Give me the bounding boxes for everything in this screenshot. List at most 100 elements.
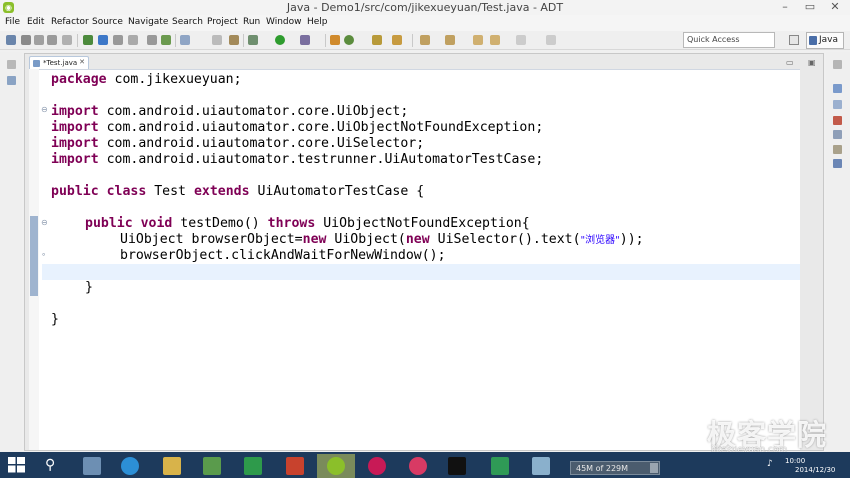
powerpoint-icon[interactable]	[286, 457, 304, 475]
trash-icon[interactable]	[650, 463, 658, 473]
package-explorer-icon[interactable]	[7, 76, 16, 85]
new-android-project-icon[interactable]	[128, 35, 138, 45]
system-tray: ♪ 10:00 2014/12/30	[767, 456, 837, 476]
restore-icon[interactable]	[833, 60, 842, 69]
menu-window[interactable]: Window	[266, 17, 302, 27]
internet-explorer-icon[interactable]	[121, 457, 139, 475]
android-app-icon[interactable]	[203, 457, 221, 475]
run-icon[interactable]	[275, 35, 285, 45]
open-type-icon[interactable]	[372, 35, 382, 45]
maximize-editor-icon[interactable]: ▣	[808, 58, 816, 67]
last-edit-location-icon[interactable]	[473, 35, 483, 45]
menu-edit[interactable]: Edit	[27, 17, 44, 27]
file-explorer-icon[interactable]	[163, 457, 181, 475]
adt-eclipse-icon	[327, 457, 345, 475]
volume-icon[interactable]: ♪	[767, 459, 773, 469]
menu-project[interactable]: Project	[207, 17, 238, 27]
javadoc-icon[interactable]	[833, 130, 842, 139]
fold-toggle-icon[interactable]: ⊖	[41, 105, 48, 114]
open-perspective-icon[interactable]	[789, 35, 799, 45]
menu-run[interactable]: Run	[243, 17, 260, 27]
pin-editor-icon[interactable]	[546, 35, 556, 45]
close-tab-icon[interactable]: ✕	[79, 58, 85, 66]
new-java-package-icon[interactable]	[330, 35, 340, 45]
code-line-import: import com.android.uiautomator.testrunne…	[51, 152, 544, 167]
quick-diff-change-bar	[30, 216, 38, 296]
menu-refactor[interactable]: Refactor	[51, 17, 89, 27]
code-line-close-brace: }	[51, 312, 59, 327]
close-button[interactable]: ✕	[824, 0, 846, 14]
menu-source[interactable]: Source	[92, 17, 123, 27]
windows-logo-icon	[8, 457, 25, 473]
new-icon[interactable]	[6, 35, 16, 45]
title-bar: ◉ Java - Demo1/src/com/jikexueyuan/Test.…	[0, 0, 850, 16]
clock-date[interactable]: 2014/12/30	[795, 466, 835, 474]
toggle-breadcrumb-icon[interactable]	[62, 35, 72, 45]
fold-toggle-icon[interactable]: ⊖	[41, 218, 48, 227]
android-sdk-manager-icon[interactable]	[83, 35, 93, 45]
java-perspective-icon	[809, 36, 817, 45]
android-avd-manager-icon[interactable]	[98, 35, 108, 45]
editor-tab-test-java[interactable]: *Test.java ✕	[29, 56, 89, 69]
outline-icon[interactable]	[833, 100, 842, 109]
toolbar-separator	[325, 34, 326, 47]
next-annotation-icon[interactable]	[420, 35, 430, 45]
change-marker-icon: ∘	[41, 250, 47, 259]
menu-help[interactable]: Help	[307, 17, 328, 27]
search-icon[interactable]	[392, 35, 402, 45]
start-button[interactable]	[8, 457, 25, 473]
code-line-import: import com.android.uiautomator.core.UiSe…	[51, 136, 425, 151]
forward-icon[interactable]	[516, 35, 526, 45]
heap-status[interactable]: 45M of 229M	[570, 461, 660, 475]
print-icon[interactable]	[47, 35, 57, 45]
menu-file[interactable]: File	[5, 17, 20, 27]
toolbar-separator	[243, 34, 244, 47]
code-line-package: package com.jikexueyuan;	[51, 72, 242, 87]
record-app-icon[interactable]	[368, 457, 386, 475]
window-icon[interactable]	[532, 457, 550, 475]
code-line-close-brace: }	[85, 280, 93, 295]
minimize-button[interactable]: –	[774, 0, 796, 14]
command-prompt-icon[interactable]	[448, 457, 466, 475]
task-view-icon[interactable]	[83, 457, 101, 475]
console-icon[interactable]	[833, 159, 842, 168]
camtasia-icon[interactable]	[244, 457, 262, 475]
mark-occurrences-icon[interactable]	[212, 35, 222, 45]
save-all-icon[interactable]	[34, 35, 44, 45]
restore-icon[interactable]	[7, 60, 16, 69]
clock-time[interactable]: 10:00	[785, 457, 805, 465]
maximize-button[interactable]: ▭	[799, 0, 821, 14]
skip-breakpoints-icon[interactable]	[229, 35, 239, 45]
toolbar-separator	[175, 34, 176, 47]
camtasia-recorder-icon[interactable]	[491, 457, 509, 475]
previous-annotation-icon[interactable]	[445, 35, 455, 45]
external-tools-icon[interactable]	[300, 35, 310, 45]
toolbar-separator	[77, 34, 78, 47]
menu-search[interactable]: Search	[172, 17, 203, 27]
record-app-icon[interactable]	[409, 457, 427, 475]
task-list-icon[interactable]	[833, 84, 842, 93]
quick-access-input[interactable]: Quick Access	[683, 32, 775, 48]
code-line-import: import com.android.uiautomator.core.UiOb…	[51, 104, 409, 119]
left-trim-stack	[0, 52, 22, 452]
save-icon[interactable]	[21, 35, 31, 45]
code-line-statement: UiObject browserObject=new UiObject(new …	[120, 232, 644, 247]
perspective-label: Java	[819, 35, 839, 45]
window-title: Java - Demo1/src/com/jikexueyuan/Test.ja…	[286, 1, 564, 14]
task-icon[interactable]	[180, 35, 190, 45]
problems-icon[interactable]	[833, 116, 842, 125]
menu-bar: File Edit Refactor Source Navigate Searc…	[0, 15, 850, 31]
declaration-icon[interactable]	[833, 145, 842, 154]
new-java-class-icon[interactable]	[344, 35, 354, 45]
code-line-statement: browserObject.clickAndWaitForNewWindow()…	[120, 248, 446, 263]
java-perspective-button[interactable]: Java	[806, 32, 844, 49]
new-xml-icon[interactable]	[147, 35, 157, 45]
code-line-class-declaration: public class Test extends UiAutomatorTes…	[51, 184, 425, 199]
lint-icon[interactable]	[113, 35, 123, 45]
debug-icon[interactable]	[248, 35, 258, 45]
search-taskbar-icon[interactable]: ⚲	[45, 456, 63, 474]
menu-navigate[interactable]: Navigate	[128, 17, 168, 27]
back-icon[interactable]	[490, 35, 500, 45]
minimize-editor-icon[interactable]: ▭	[786, 58, 794, 67]
new-test-icon[interactable]	[161, 35, 171, 45]
